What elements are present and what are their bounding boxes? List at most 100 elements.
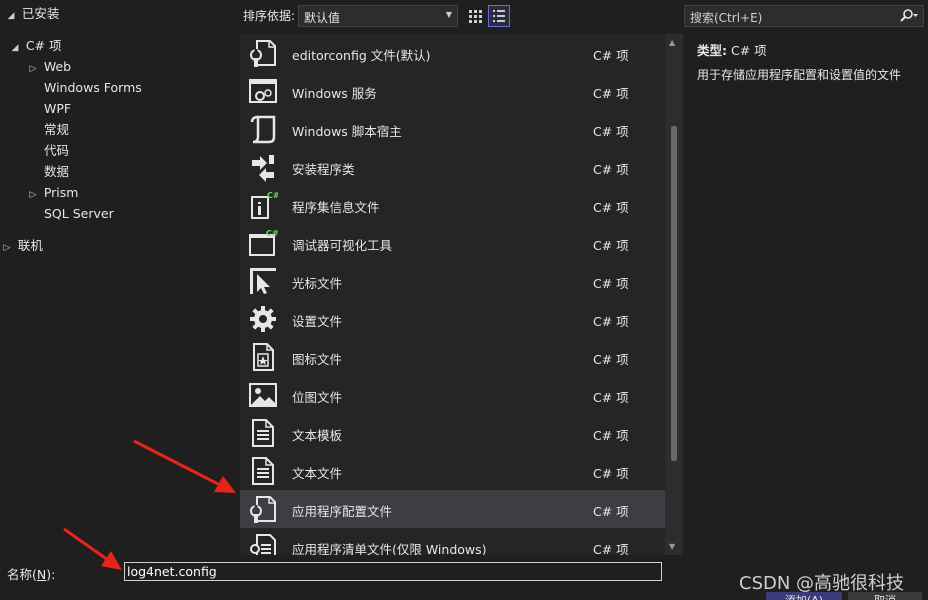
windows-service-icon	[249, 79, 277, 103]
template-type: C# 项	[593, 238, 629, 253]
tree-label-prism: Prism	[43, 185, 79, 200]
tree-node-general[interactable]: 常规	[44, 120, 69, 140]
installer-class-icon	[252, 155, 274, 182]
tree-node-windows-forms[interactable]: Windows Forms	[44, 78, 142, 98]
tree-node-web[interactable]: ▷ Web	[26, 57, 72, 77]
expanded-arrow-icon: ◢	[11, 43, 19, 53]
tree-label-sql-server: SQL Server	[44, 206, 114, 221]
template-category-tree: ◢ 已安装 ◢ C# 项 ▷ Web Windows Forms WPF 常规 …	[0, 0, 240, 555]
template-name: 文本文件	[292, 466, 343, 481]
name-field-label: 名称(N):	[7, 564, 55, 583]
tree-node-csharp[interactable]: ◢ C# 项	[8, 36, 62, 56]
template-type: C# 项	[593, 276, 629, 291]
tree-node-installed[interactable]: ◢ 已安装	[4, 4, 60, 24]
tree-node-prism[interactable]: ▷ Prism	[26, 183, 79, 203]
sort-by-dropdown[interactable]: 默认值 ▼	[298, 5, 458, 27]
tree-label-web: Web	[43, 59, 72, 74]
template-name: 位图文件	[292, 390, 343, 405]
tree-label-general: 常规	[44, 122, 70, 137]
template-item-text-file[interactable]: 文本文件 C# 项	[240, 452, 665, 490]
template-name: 安装程序类	[292, 162, 355, 177]
tree-label-wpf: WPF	[44, 101, 72, 116]
template-item-settings-file[interactable]: 设置文件 C# 项	[240, 300, 665, 338]
template-type: C# 项	[593, 466, 629, 481]
template-type: C# 项	[593, 352, 629, 367]
cancel-button[interactable]: 取消	[848, 592, 922, 600]
scroll-down-arrow-icon[interactable]: ▼	[669, 542, 675, 551]
template-type: C# 项	[593, 314, 629, 329]
collapsed-arrow-icon: ▷	[29, 190, 37, 200]
chevron-down-icon: ▼	[445, 10, 452, 19]
tree-label-code: 代码	[44, 143, 70, 158]
template-name: 应用程序清单文件(仅限 Windows)	[292, 542, 487, 555]
manifest-file-icon	[250, 534, 276, 555]
tree-node-code[interactable]: 代码	[44, 141, 69, 161]
template-type: C# 项	[593, 428, 629, 443]
details-view-button[interactable]	[488, 5, 510, 27]
search-placeholder: 搜索(Ctrl+E)	[690, 11, 763, 25]
template-item-cursor-file[interactable]: 光标文件 C# 项	[240, 262, 665, 300]
template-name: 调试器可视化工具	[292, 238, 393, 253]
name-label-prefix: 名称(	[7, 567, 37, 582]
expanded-arrow-icon: ◢	[7, 11, 15, 21]
template-list: editorconfig 文件(默认) C# 项 Windows 服务 C# 项…	[240, 34, 665, 555]
template-list-scrollbar[interactable]: ▲ ▼	[665, 34, 683, 555]
template-item-script-host[interactable]: Windows 脚本宿主 C# 项	[240, 110, 665, 148]
detail-type-value: C# 项	[730, 43, 767, 58]
tree-node-data[interactable]: 数据	[44, 162, 69, 182]
template-name: 图标文件	[292, 352, 343, 367]
tree-node-sql-server[interactable]: SQL Server	[44, 204, 114, 224]
detail-description: 用于存储应用程序配置和设置值的文件	[697, 68, 902, 82]
detail-type-line: 类型: C# 项	[697, 40, 767, 59]
template-type: C# 项	[593, 390, 629, 405]
svg-text:C#: C#	[267, 191, 278, 200]
template-item-bitmap-file[interactable]: 位图文件 C# 项	[240, 376, 665, 414]
template-item-text-template[interactable]: 文本模板 C# 项	[240, 414, 665, 452]
template-name: Windows 服务	[292, 86, 377, 101]
tree-label-data: 数据	[44, 164, 70, 179]
cursor-file-icon	[250, 268, 276, 294]
grid-view-icon	[469, 10, 482, 23]
template-item-windows-service[interactable]: Windows 服务 C# 项	[240, 72, 665, 110]
tree-label-csharp: C# 项	[25, 38, 62, 53]
search-icon[interactable]	[899, 8, 919, 24]
icon-file-icon	[253, 343, 274, 371]
template-name: 应用程序配置文件	[292, 504, 393, 519]
tree-label-installed: 已安装	[21, 6, 60, 21]
text-template-icon	[252, 419, 274, 447]
text-file-icon	[252, 457, 274, 485]
sort-by-value: 默认值	[304, 11, 341, 25]
bitmap-file-icon	[249, 383, 277, 407]
tree-label-windows-forms: Windows Forms	[44, 80, 142, 95]
template-details-panel: 类型: C# 项 用于存储应用程序配置和设置值的文件	[683, 34, 928, 555]
tree-node-online[interactable]: ▷ 联机	[0, 236, 43, 256]
debugger-visualizer-icon: C#	[249, 229, 278, 256]
tree-node-wpf[interactable]: WPF	[44, 99, 71, 119]
app-config-icon	[250, 496, 276, 523]
search-templates-input[interactable]: 搜索(Ctrl+E)	[684, 5, 924, 27]
template-item-debugger-visualizer[interactable]: C# 调试器可视化工具 C# 项	[240, 224, 665, 262]
item-name-input[interactable]	[124, 562, 662, 581]
scroll-up-arrow-icon[interactable]: ▲	[669, 38, 675, 47]
template-item-installer-class[interactable]: 安装程序类 C# 项	[240, 148, 665, 186]
template-name: 文本模板	[292, 428, 343, 443]
add-button[interactable]: 添加(A)	[766, 592, 842, 600]
template-item-manifest-file[interactable]: 应用程序清单文件(仅限 Windows) C# 项	[240, 528, 665, 555]
template-item-editorconfig[interactable]: editorconfig 文件(默认) C# 项	[240, 34, 665, 72]
name-label-access-key: N	[36, 567, 47, 582]
template-type: C# 项	[593, 124, 629, 139]
tree-label-online: 联机	[17, 238, 43, 253]
scrollbar-thumb[interactable]	[671, 126, 677, 461]
template-item-app-config[interactable]: 应用程序配置文件 C# 项	[240, 490, 665, 528]
template-item-assembly-info[interactable]: C# 程序集信息文件 C# 项	[240, 186, 665, 224]
template-type: C# 项	[593, 542, 629, 555]
small-icons-view-button[interactable]	[464, 5, 486, 27]
detail-type-label: 类型:	[697, 43, 727, 58]
settings-gear-icon	[250, 306, 276, 332]
config-file-icon	[250, 40, 276, 67]
template-type: C# 项	[593, 162, 629, 177]
template-item-icon-file[interactable]: 图标文件 C# 项	[240, 338, 665, 376]
template-name: Windows 脚本宿主	[292, 124, 402, 139]
sort-by-label: 排序依据:	[243, 9, 296, 23]
template-type: C# 项	[593, 48, 629, 63]
